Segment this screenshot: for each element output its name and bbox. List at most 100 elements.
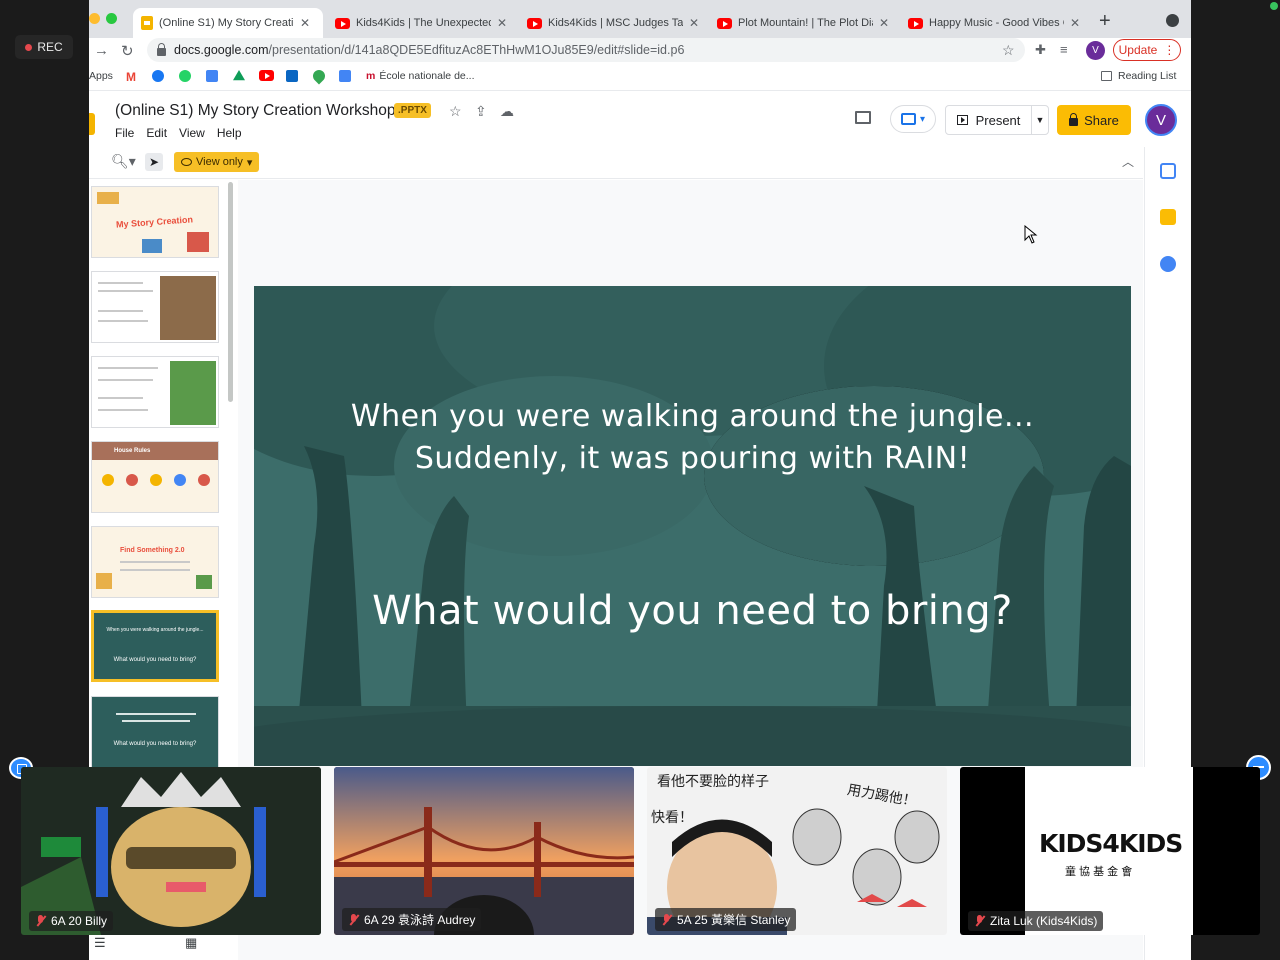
slides-logo-icon[interactable] [89, 113, 95, 135]
media-queue-icon[interactable]: ≡ [1060, 42, 1068, 57]
mic-off-icon [974, 915, 984, 927]
youtube-icon [717, 17, 732, 29]
meme-caption-top: 看他不要脸的样子 [657, 773, 769, 789]
current-slide: When you were walking around the jungle.… [254, 286, 1131, 766]
keep-icon[interactable] [1160, 209, 1176, 225]
tasks-icon[interactable] [1160, 256, 1176, 272]
maximize-window-button[interactable] [106, 13, 117, 24]
maps-icon[interactable] [310, 67, 328, 85]
meet-present-button[interactable]: ▾ [890, 105, 936, 133]
youtube-icon [527, 17, 542, 29]
list-view-icon[interactable]: ☰ [94, 935, 106, 951]
file-type-badge: .PPTX [394, 103, 431, 118]
bookmark-ecole[interactable]: m École nationale de... [366, 70, 475, 82]
menu-edit[interactable]: Edit [146, 126, 167, 140]
address-bar[interactable]: docs.google.com/presentation/d/141a8QDE5… [147, 38, 1025, 62]
share-label: Share [1084, 112, 1119, 128]
bookmarks-bar: Apps M m École nationale de... Reading Li… [89, 66, 1191, 88]
address-toolbar: → ↻ docs.google.com/presentation/d/141a8… [89, 38, 1191, 64]
translate-icon[interactable] [339, 70, 351, 82]
document-title[interactable]: (Online S1) My Story Creation Workshop [115, 102, 396, 120]
slide-thumbnail-2[interactable] [91, 271, 219, 343]
present-button[interactable]: Present ▼ [945, 105, 1049, 135]
view-only-label: View only [196, 156, 243, 168]
update-button[interactable]: Update ⋮ [1113, 39, 1181, 61]
minimize-window-button[interactable] [89, 13, 100, 24]
share-button[interactable]: Share [1057, 105, 1131, 135]
slides-icon [141, 16, 153, 30]
participant-video [21, 767, 321, 935]
slide-question: What would you need to bring? [372, 588, 1013, 634]
close-icon[interactable]: ✕ [497, 16, 507, 30]
tab-kids4kids-unexpected[interactable]: Kids4Kids | The Unexpected ✕ [327, 8, 517, 38]
slide-thumbnail-4[interactable]: House Rules [91, 441, 219, 513]
grid-view-icon[interactable]: ▦ [185, 935, 197, 951]
tab-title: Kids4Kids | MSC Judges Talk [548, 17, 683, 29]
star-icon[interactable]: ☆ [449, 103, 462, 120]
participant-tile-stanley[interactable]: 看他不要脸的样子 快看！ 用力踢他！ 5A 25 黃樂信 Stanley [647, 767, 947, 935]
participant-tile-zita[interactable]: KIDS4KIDS 童 協 基 金 會 Zita Luk (Kids4Kids) [960, 767, 1260, 935]
lock-icon [1069, 112, 1079, 126]
reading-list[interactable]: Reading List [1101, 70, 1176, 82]
tab-happy-music[interactable]: Happy Music - Good Vibes C ✕ [900, 8, 1090, 38]
menu-view[interactable]: View [179, 126, 205, 140]
extensions-icon[interactable]: ✚ [1035, 42, 1046, 58]
move-to-folder-icon[interactable]: ⇪ [475, 103, 487, 120]
slides-toolbar: 🔍︎▾ ➤ View only ▾ ︿ [89, 147, 1143, 179]
chevron-down-icon: ▾ [246, 156, 253, 169]
cloud-status-icon[interactable]: ☁ [500, 103, 514, 120]
profile-avatar[interactable]: V [1086, 41, 1105, 60]
close-icon[interactable]: ✕ [879, 16, 889, 30]
bookmark-star-icon[interactable]: ☆ [1002, 42, 1015, 59]
slide-thumbnail-6[interactable]: When you were walking around the jungle.… [91, 610, 219, 682]
zoom-icon[interactable]: 🔍︎▾ [111, 153, 136, 170]
close-icon[interactable]: ✕ [689, 16, 699, 30]
forward-arrow-icon[interactable]: → [94, 42, 109, 59]
slide-thumbnail-5[interactable]: Find Something 2.0 [91, 526, 219, 598]
calendar-icon[interactable] [1160, 163, 1176, 179]
slide-thumbnail-7[interactable]: What would you need to bring? [91, 696, 219, 768]
thumb-text: What would you need to bring? [113, 741, 197, 747]
drive-icon[interactable] [233, 70, 245, 82]
comment-history-icon[interactable] [855, 111, 871, 124]
kids4kids-logo: KIDS4KIDS 童 協 基 金 會 [1025, 767, 1193, 935]
mic-off-icon [348, 913, 358, 926]
docs-header: (Online S1) My Story Creation Workshop .… [89, 90, 1191, 146]
recording-indicator: REC [15, 35, 73, 59]
slide-thumbnail-1[interactable]: My Story Creation [91, 186, 219, 258]
chevron-up-icon[interactable]: ︿ [1122, 153, 1134, 170]
tab-plot-mountain[interactable]: Plot Mountain! | The Plot Diagram ✕ [709, 8, 899, 38]
chevron-down-icon: ▾ [919, 113, 926, 125]
ecole-label: École nationale de... [379, 70, 475, 82]
bookmark-apps[interactable]: Apps [89, 70, 113, 82]
slide-line-2: Suddenly, it was pouring with RAIN! [414, 441, 971, 476]
calendar-icon[interactable] [206, 70, 218, 82]
tab-search-icon[interactable] [1166, 14, 1179, 27]
present-dropdown-icon[interactable]: ▼ [1032, 115, 1048, 125]
menu-file[interactable]: File [115, 126, 134, 140]
recording-label: REC [37, 40, 63, 54]
apps-label: Apps [89, 70, 113, 82]
gmail-icon[interactable]: M [126, 70, 136, 84]
present-icon [956, 115, 968, 125]
youtube-icon[interactable] [259, 70, 274, 81]
account-avatar[interactable]: V [1145, 104, 1177, 136]
whatsapp-icon[interactable] [179, 70, 191, 82]
slide-thumbnail-3[interactable] [91, 356, 219, 428]
linkedin-icon[interactable] [286, 70, 298, 82]
menu-help[interactable]: Help [217, 126, 242, 140]
filmstrip-scrollbar[interactable] [228, 182, 233, 402]
participant-tile-billy[interactable]: 6A 20 Billy [21, 767, 321, 935]
reload-icon[interactable]: ↻ [121, 42, 134, 60]
close-icon[interactable]: ✕ [1070, 16, 1080, 30]
view-only-button[interactable]: View only ▾ [174, 152, 260, 172]
new-tab-button[interactable]: + [1099, 10, 1111, 33]
participant-name-label: Zita Luk (Kids4Kids) [968, 911, 1104, 931]
close-icon[interactable]: ✕ [300, 16, 310, 30]
tab-msc-judges[interactable]: Kids4Kids | MSC Judges Talk ✕ [519, 8, 709, 38]
mic-off-icon [35, 915, 45, 927]
select-cursor-icon[interactable]: ➤ [145, 153, 163, 171]
facebook-icon[interactable] [152, 70, 164, 82]
participant-tile-audrey[interactable]: 6A 29 袁泳詩 Audrey [334, 767, 634, 935]
tab-story-creation[interactable]: (Online S1) My Story Creation ✕ [133, 8, 323, 38]
